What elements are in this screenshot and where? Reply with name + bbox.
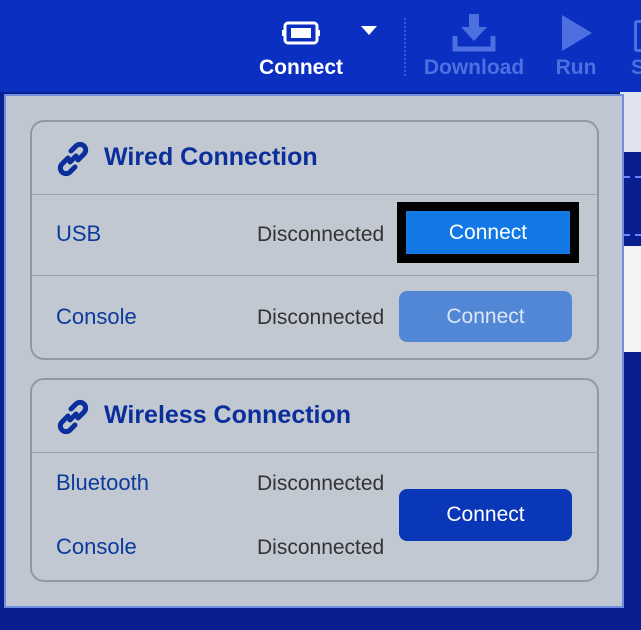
toolbar-separator bbox=[404, 18, 406, 76]
wireless-card-title: Wireless Connection bbox=[104, 401, 352, 429]
wired-row-divider bbox=[32, 275, 597, 276]
wireless-console-label: Console bbox=[56, 534, 137, 559]
stop-icon bbox=[634, 20, 641, 52]
toolbar-next-button[interactable]: S bbox=[628, 0, 641, 92]
download-icon bbox=[451, 14, 497, 52]
usb-status: Disconnected bbox=[257, 223, 385, 246]
toolbar-run-label: Run bbox=[555, 56, 597, 79]
toolbar-run-button[interactable]: Run bbox=[552, 0, 600, 92]
toolbar-next-label: S bbox=[631, 56, 641, 79]
usb-label: USB bbox=[56, 221, 102, 246]
wireless-console-status: Disconnected bbox=[257, 536, 385, 559]
top-toolbar: Connect Download Run S bbox=[0, 0, 641, 92]
usb-connect-button[interactable]: Connect bbox=[397, 202, 579, 263]
bluetooth-label: Bluetooth bbox=[56, 470, 149, 495]
link-icon bbox=[57, 399, 89, 435]
wired-console-connect-button[interactable]: Connect bbox=[399, 291, 572, 342]
toolbar-download-label: Download bbox=[423, 56, 525, 79]
link-icon bbox=[57, 141, 89, 177]
chevron-down-icon[interactable] bbox=[361, 26, 377, 35]
play-icon bbox=[560, 14, 592, 52]
background-dashed-line bbox=[624, 176, 641, 178]
wireless-connect-button[interactable]: Connect bbox=[399, 489, 572, 541]
toolbar-download-button[interactable]: Download bbox=[420, 0, 528, 92]
toolbar-connect-button[interactable]: Connect bbox=[250, 0, 352, 92]
wired-card-title: Wired Connection bbox=[104, 143, 318, 171]
wired-card-header: Wired Connection bbox=[32, 122, 597, 195]
bluetooth-status: Disconnected bbox=[257, 472, 385, 495]
background-dashed-line bbox=[624, 234, 641, 236]
device-icon bbox=[282, 14, 320, 52]
wired-console-status: Disconnected bbox=[257, 306, 385, 329]
wired-console-label: Console bbox=[56, 304, 137, 329]
wireless-card-header: Wireless Connection bbox=[32, 380, 597, 453]
toolbar-connect-label: Connect bbox=[259, 56, 343, 79]
